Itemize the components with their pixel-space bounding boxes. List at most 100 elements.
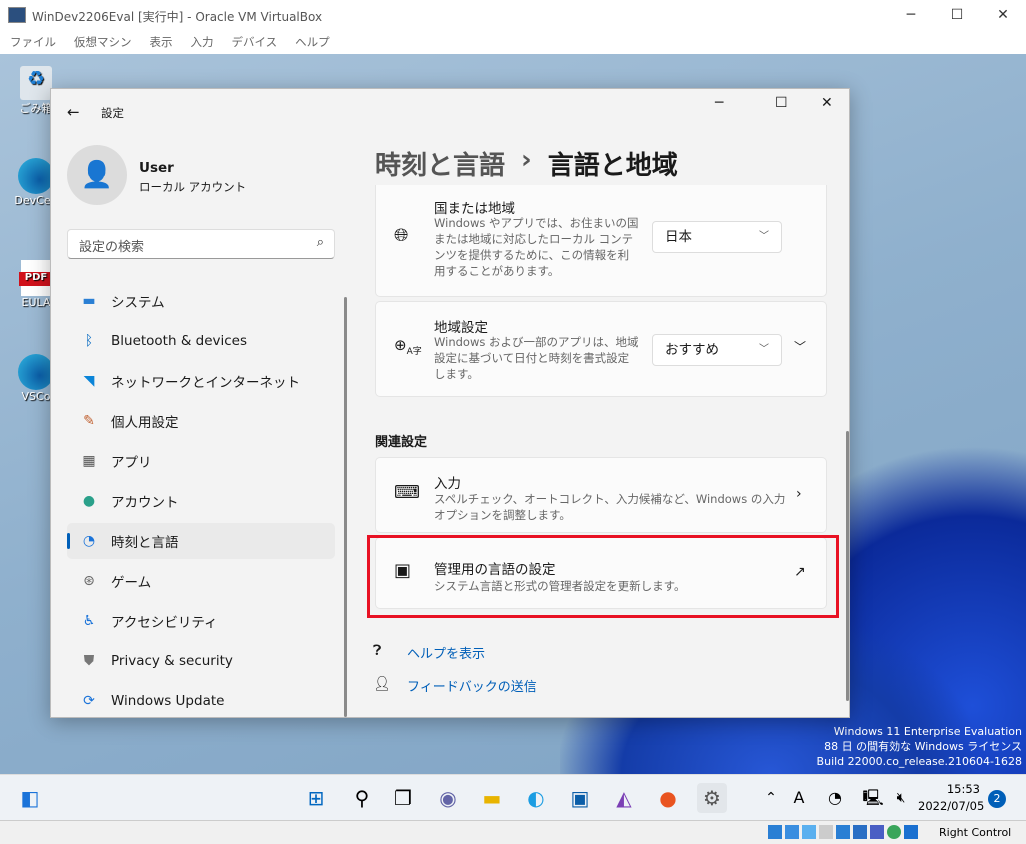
usb-icon[interactable] <box>802 825 816 839</box>
task-view-icon[interactable]: ❐ <box>388 783 418 813</box>
ubuntu-icon[interactable]: ● <box>653 783 683 813</box>
breadcrumb: 時刻と言語 › 言語と地域 <box>375 145 678 182</box>
apps-icon: ▦ <box>82 453 96 469</box>
sidebar-item-label: ゲーム <box>111 575 152 591</box>
feedback-link[interactable]: フィードバックの送信 <box>407 676 537 695</box>
sidebar-item[interactable]: ⛊ Privacy & security <box>67 643 335 679</box>
notification-badge[interactable]: 2 <box>988 790 1006 808</box>
network-adapter-icon[interactable] <box>853 825 867 839</box>
sidebar-item[interactable]: ▦ アプリ <box>67 443 335 479</box>
hard-disk-icon[interactable] <box>768 825 782 839</box>
close-button[interactable]: ✕ <box>821 95 833 111</box>
system-icon: ▬ <box>82 293 96 309</box>
gamepad-icon: ⊛ <box>83 573 95 589</box>
window-title: WinDev2206Eval [実行中] - Oracle VM Virtual… <box>32 10 323 24</box>
menu-help[interactable]: ヘルプ <box>295 35 330 49</box>
country-region-card: 🌐︎ 国または地域 Windows やアプリでは、お住まいの国または地域に対応し… <box>375 185 827 297</box>
feedback-icon: 👤︎ <box>373 676 391 692</box>
settings-gear-icon[interactable]: ⚙ <box>697 783 727 813</box>
ime-indicator[interactable]: A <box>784 783 814 813</box>
sidebar-item-label: Privacy & security <box>111 653 233 669</box>
sidebar-item[interactable]: ⟳ Windows Update <box>67 683 335 717</box>
close-button[interactable]: ✕ <box>980 0 1026 30</box>
chevron-down-icon: ﹀ <box>759 344 769 355</box>
sidebar-item[interactable]: ▬ システム <box>67 283 335 319</box>
help-icon: ❓︎ <box>373 643 382 659</box>
display-icon[interactable] <box>836 825 850 839</box>
edge-icon[interactable]: ◐ <box>521 783 551 813</box>
sidebar-item-label: ネットワークとインターネット <box>111 375 300 391</box>
app-title: 設定 <box>101 106 124 120</box>
network-icon[interactable]: 🖳︎ <box>858 783 888 813</box>
keyboard-icon: ⌨ <box>394 482 420 503</box>
sidebar-item[interactable]: ● アカウント <box>67 483 335 519</box>
sidebar-item[interactable]: ◔ 時刻と言語 <box>67 523 335 559</box>
settings-window: ← 設定 ─ ☐ ✕ 👤 User ローカル アカウント 設定の検索 ⌕ ▬ シス… <box>50 88 850 718</box>
bluetooth-icon: ᛒ <box>84 333 94 349</box>
sidebar-item-label: システム <box>111 295 165 311</box>
country-dropdown[interactable]: 日本 ﹀ <box>652 221 782 253</box>
visual-studio-icon[interactable]: ◭ <box>609 783 639 813</box>
sidebar-item-label: Windows Update <box>111 693 225 709</box>
regional-format-card[interactable]: ⊕A字 地域設定 Windows および一部のアプリは、地域設定に基づいて日付と… <box>375 301 827 397</box>
menu-devices[interactable]: デバイス <box>232 35 278 49</box>
sidebar-item-label: アプリ <box>111 455 152 471</box>
help-link[interactable]: ヘルプを表示 <box>407 643 485 662</box>
menu-view[interactable]: 表示 <box>150 35 173 49</box>
ime-mode-icon[interactable]: ◔ <box>820 783 850 813</box>
section-header: 関連設定 <box>375 435 428 450</box>
minimize-button[interactable]: ─ <box>888 0 934 30</box>
maximize-button[interactable]: ☐ <box>934 0 980 30</box>
search-input[interactable]: 設定の検索 ⌕ <box>67 229 335 259</box>
regional-format-dropdown[interactable]: おすすめ ﹀ <box>652 334 782 366</box>
brush-icon: ✎ <box>83 413 95 429</box>
account-icon: ● <box>82 493 96 509</box>
start-icon[interactable]: ⊞ <box>301 783 331 813</box>
language-globe-icon: ⊕A字 <box>394 336 422 357</box>
teams-chat-icon[interactable]: ◉ <box>433 783 463 813</box>
widgets-icon[interactable]: ◧ <box>15 783 45 813</box>
menu-machine[interactable]: 仮想マシン <box>74 35 132 49</box>
vbox-menu-bar: ファイル 仮想マシン 表示 入力 デバイス ヘルプ <box>0 30 1026 54</box>
highlight-box <box>367 535 839 618</box>
avatar[interactable]: 👤 <box>67 145 127 205</box>
evaluation-watermark: Windows 11 Enterprise Evaluation 88 日 の間有… <box>816 725 1022 768</box>
speaker-muted-icon[interactable]: 🔇︎ <box>886 783 916 813</box>
sidebar-item[interactable]: ♿︎ アクセシビリティ <box>67 603 335 639</box>
card-description: Windows やアプリでは、お住まいの国または地域に対応したローカル コンテン… <box>434 216 639 278</box>
cpu-activity-icon[interactable] <box>887 825 901 839</box>
update-icon: ⟳ <box>83 693 95 709</box>
optical-drive-icon[interactable] <box>785 825 799 839</box>
menu-file[interactable]: ファイル <box>10 35 56 49</box>
typing-card[interactable]: ⌨ 入力 スペルチェック、オートコレクト、入力候補など、Windows の入力オ… <box>375 457 827 533</box>
search-icon: ⌕ <box>316 235 324 250</box>
main-scrollbar[interactable] <box>846 431 849 701</box>
time-language-icon: ◔ <box>82 533 96 549</box>
card-title: 入力 <box>434 476 461 492</box>
back-arrow-icon[interactable]: ← <box>67 103 80 121</box>
breadcrumb-parent[interactable]: 時刻と言語 <box>375 145 505 182</box>
recording-icon[interactable] <box>870 825 884 839</box>
sidebar-item[interactable]: ᛒ Bluetooth & devices <box>67 323 335 359</box>
expand-chevron-icon[interactable]: ﹀ <box>794 338 806 355</box>
sidebar-item-label: 時刻と言語 <box>111 535 179 551</box>
store-icon[interactable]: ▣ <box>565 783 595 813</box>
shared-folder-icon[interactable] <box>819 825 833 839</box>
sidebar-item[interactable]: ◥ ネットワークとインターネット <box>67 363 335 399</box>
sidebar-item-label: Bluetooth & devices <box>111 333 248 349</box>
mouse-integration-icon[interactable] <box>904 825 918 839</box>
minimize-button[interactable]: ─ <box>715 95 723 111</box>
account-type: ローカル アカウント <box>139 180 247 194</box>
sidebar-scrollbar[interactable] <box>344 297 347 717</box>
maximize-button[interactable]: ☐ <box>775 95 788 111</box>
sidebar-item[interactable]: ✎ 個人用設定 <box>67 403 335 439</box>
menu-input[interactable]: 入力 <box>191 35 214 49</box>
clock[interactable]: 15:53 2022/07/05 <box>918 781 984 815</box>
chevron-up-icon[interactable]: ⌃ <box>756 783 786 813</box>
card-description: Windows および一部のアプリは、地域設定に基づいて日付と時刻を書式設定しま… <box>434 335 639 381</box>
sidebar-item[interactable]: ⊛ ゲーム <box>67 563 335 599</box>
card-title: 地域設定 <box>434 320 488 336</box>
selected-indicator <box>67 533 70 549</box>
file-explorer-icon[interactable]: ▬ <box>477 783 507 813</box>
search-icon[interactable]: ⚲ <box>347 783 377 813</box>
